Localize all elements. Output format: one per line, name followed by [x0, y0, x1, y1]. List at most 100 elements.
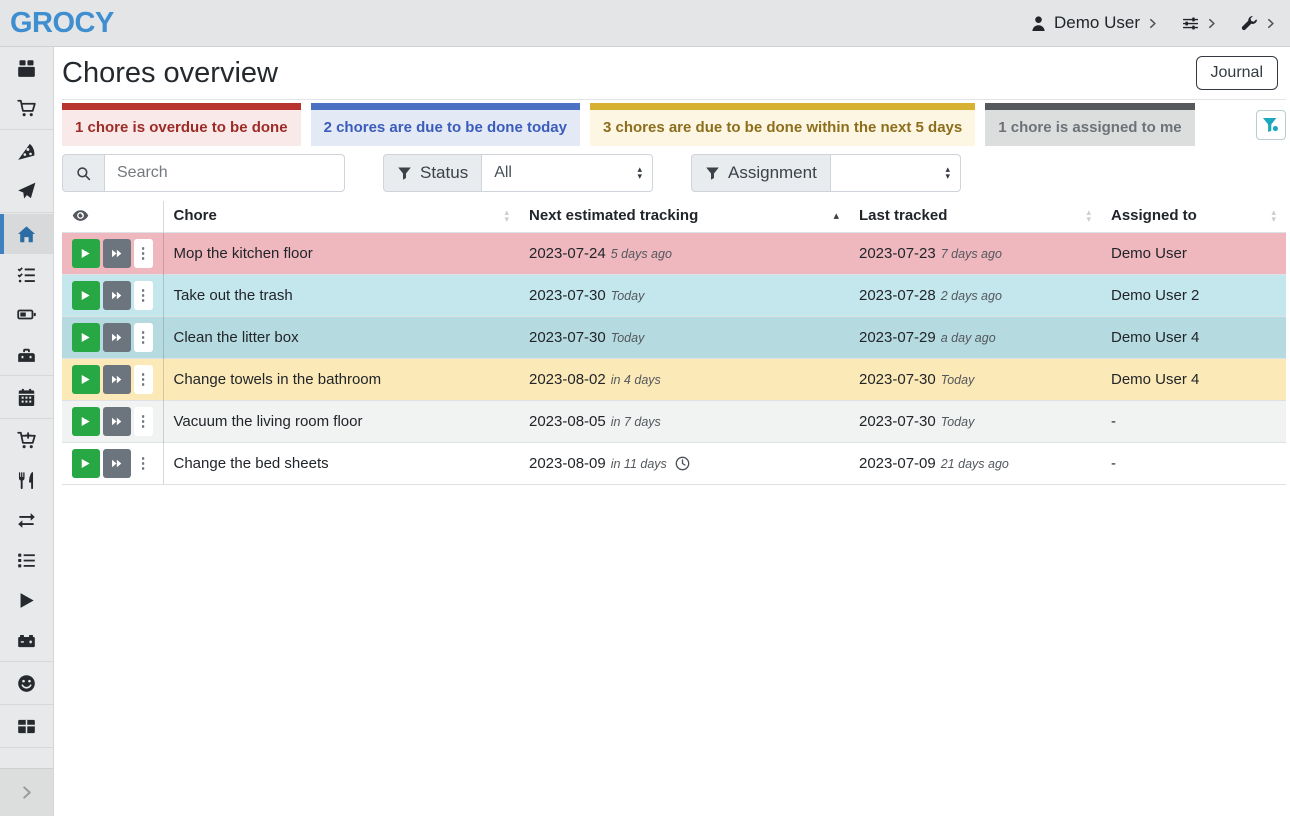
banner-due-today[interactable]: 2 chores are due to be done today	[311, 103, 580, 146]
column-visibility-header	[62, 201, 163, 233]
settings-menu[interactable]	[1182, 15, 1217, 32]
column-header-next-tracking[interactable]: Next estimated tracking▴	[519, 201, 849, 233]
sidebar	[0, 47, 54, 816]
row-menu-button[interactable]: ⋮	[134, 407, 153, 436]
skip-chore-button[interactable]	[103, 449, 131, 478]
toolbox-icon	[17, 345, 36, 364]
sidebar-item-tasks[interactable]	[0, 254, 53, 294]
sidebar-item-table[interactable]	[0, 706, 53, 746]
fast-forward-icon	[111, 458, 122, 469]
journal-button[interactable]: Journal	[1196, 56, 1278, 90]
chore-name: Vacuum the living room floor	[163, 401, 519, 443]
skip-chore-button[interactable]	[103, 281, 131, 310]
row-menu-button[interactable]: ⋮	[134, 365, 153, 394]
table-row: ⋮ Change the bed sheets 2023-08-09in 11 …	[62, 443, 1286, 485]
assigned-user: -	[1101, 443, 1286, 485]
shopping-cart-icon	[17, 99, 36, 118]
next-date-relative: in 4 days	[611, 373, 661, 387]
car-battery-icon	[17, 631, 36, 650]
track-chore-button[interactable]	[72, 407, 100, 436]
search-addon	[62, 154, 104, 192]
table-header-row: Chore▴▾ Next estimated tracking▴ Last tr…	[62, 201, 1286, 233]
sidebar-item-play[interactable]	[0, 580, 53, 620]
play-icon	[80, 458, 91, 469]
skip-chore-button[interactable]	[103, 407, 131, 436]
ellipsis-v-icon: ⋮	[136, 456, 151, 471]
page-title: Chores overview	[62, 57, 278, 90]
track-chore-button[interactable]	[72, 365, 100, 394]
sidebar-item-home[interactable]	[0, 214, 53, 254]
main-content: Chores overview Journal 1 chore is overd…	[54, 47, 1290, 485]
sort-icon: ▴▾	[1086, 209, 1091, 222]
sliders-icon	[1182, 15, 1199, 32]
home-icon	[17, 225, 36, 244]
fast-forward-icon	[111, 416, 122, 427]
sidebar-item-calendar[interactable]	[0, 377, 53, 417]
sidebar-item-smiley[interactable]	[0, 663, 53, 703]
row-menu-button[interactable]: ⋮	[134, 239, 153, 268]
status-filter-label: Status	[420, 163, 468, 183]
ellipsis-v-icon: ⋮	[136, 330, 151, 345]
table-row: ⋮ Change towels in the bathroom 2023-08-…	[62, 359, 1286, 401]
last-date: 2023-07-23	[859, 245, 936, 262]
sidebar-item-cart[interactable]	[0, 88, 53, 128]
search-input[interactable]	[104, 154, 345, 192]
skip-chore-button[interactable]	[103, 239, 131, 268]
ellipsis-v-icon: ⋮	[136, 372, 151, 387]
status-select[interactable]: All ▴▾	[481, 154, 653, 192]
sidebar-item-utensils[interactable]	[0, 460, 53, 500]
next-date: 2023-07-30	[529, 329, 606, 346]
filter-row: Status All ▴▾ Assignment ▴▾	[62, 154, 1286, 192]
last-date-relative: 21 days ago	[941, 457, 1009, 471]
admin-menu[interactable]	[1241, 15, 1276, 32]
table-row: ⋮ Mop the kitchen floor 2023-07-245 days…	[62, 233, 1286, 275]
sidebar-item-car-battery[interactable]	[0, 620, 53, 660]
banner-due-soon[interactable]: 3 chores are due to be done within the n…	[590, 103, 975, 146]
sidebar-item-toolbox[interactable]	[0, 334, 53, 374]
chores-table: Chore▴▾ Next estimated tracking▴ Last tr…	[62, 201, 1286, 485]
skip-chore-button[interactable]	[103, 323, 131, 352]
sidebar-item-exchange[interactable]	[0, 500, 53, 540]
sidebar-collapse-button[interactable]	[0, 768, 53, 816]
last-date: 2023-07-28	[859, 287, 936, 304]
sidebar-item-cart-plus[interactable]	[0, 420, 53, 460]
banner-overdue[interactable]: 1 chore is overdue to be done	[62, 103, 301, 146]
skip-chore-button[interactable]	[103, 365, 131, 394]
fast-forward-icon	[111, 374, 122, 385]
banner-assigned-to-me[interactable]: 1 chore is assigned to me	[985, 103, 1194, 146]
assignment-select[interactable]: ▴▾	[830, 154, 961, 192]
navbar-menus: Demo User	[1030, 13, 1276, 33]
play-icon	[80, 374, 91, 385]
row-menu-button[interactable]: ⋮	[134, 281, 153, 310]
app-logo[interactable]: GROCY	[10, 9, 114, 38]
last-date-relative: 7 days ago	[941, 247, 1002, 261]
smiley-icon	[17, 674, 36, 693]
fast-forward-icon	[111, 332, 122, 343]
track-chore-button[interactable]	[72, 239, 100, 268]
next-date-relative: in 11 days	[611, 457, 667, 471]
clear-filters-button[interactable]	[1256, 110, 1286, 140]
track-chore-button[interactable]	[72, 323, 100, 352]
page-header: Chores overview Journal	[62, 47, 1286, 100]
column-header-assigned-to[interactable]: Assigned to▴▾	[1101, 201, 1286, 233]
column-header-chore[interactable]: Chore▴▾	[163, 201, 519, 233]
clock-icon	[675, 456, 690, 471]
assignment-filter-label: Assignment	[728, 163, 817, 183]
table-row: ⋮ Clean the litter box 2023-07-30Today 2…	[62, 317, 1286, 359]
column-header-last-tracked[interactable]: Last tracked▴▾	[849, 201, 1101, 233]
track-chore-button[interactable]	[72, 449, 100, 478]
sidebar-item-paper-plane[interactable]	[0, 171, 53, 211]
user-menu[interactable]: Demo User	[1030, 13, 1158, 33]
utensils-icon	[17, 471, 36, 490]
row-menu-button[interactable]: ⋮	[134, 323, 153, 352]
sidebar-item-battery[interactable]	[0, 294, 53, 334]
track-chore-button[interactable]	[72, 281, 100, 310]
table-icon	[17, 717, 36, 736]
row-menu-button[interactable]: ⋮	[134, 449, 153, 478]
sidebar-item-boxes[interactable]	[0, 48, 53, 88]
ellipsis-v-icon: ⋮	[136, 288, 151, 303]
sidebar-item-list[interactable]	[0, 540, 53, 580]
assigned-user: -	[1101, 401, 1286, 443]
pizza-icon	[17, 142, 36, 161]
sidebar-item-pizza[interactable]	[0, 131, 53, 171]
